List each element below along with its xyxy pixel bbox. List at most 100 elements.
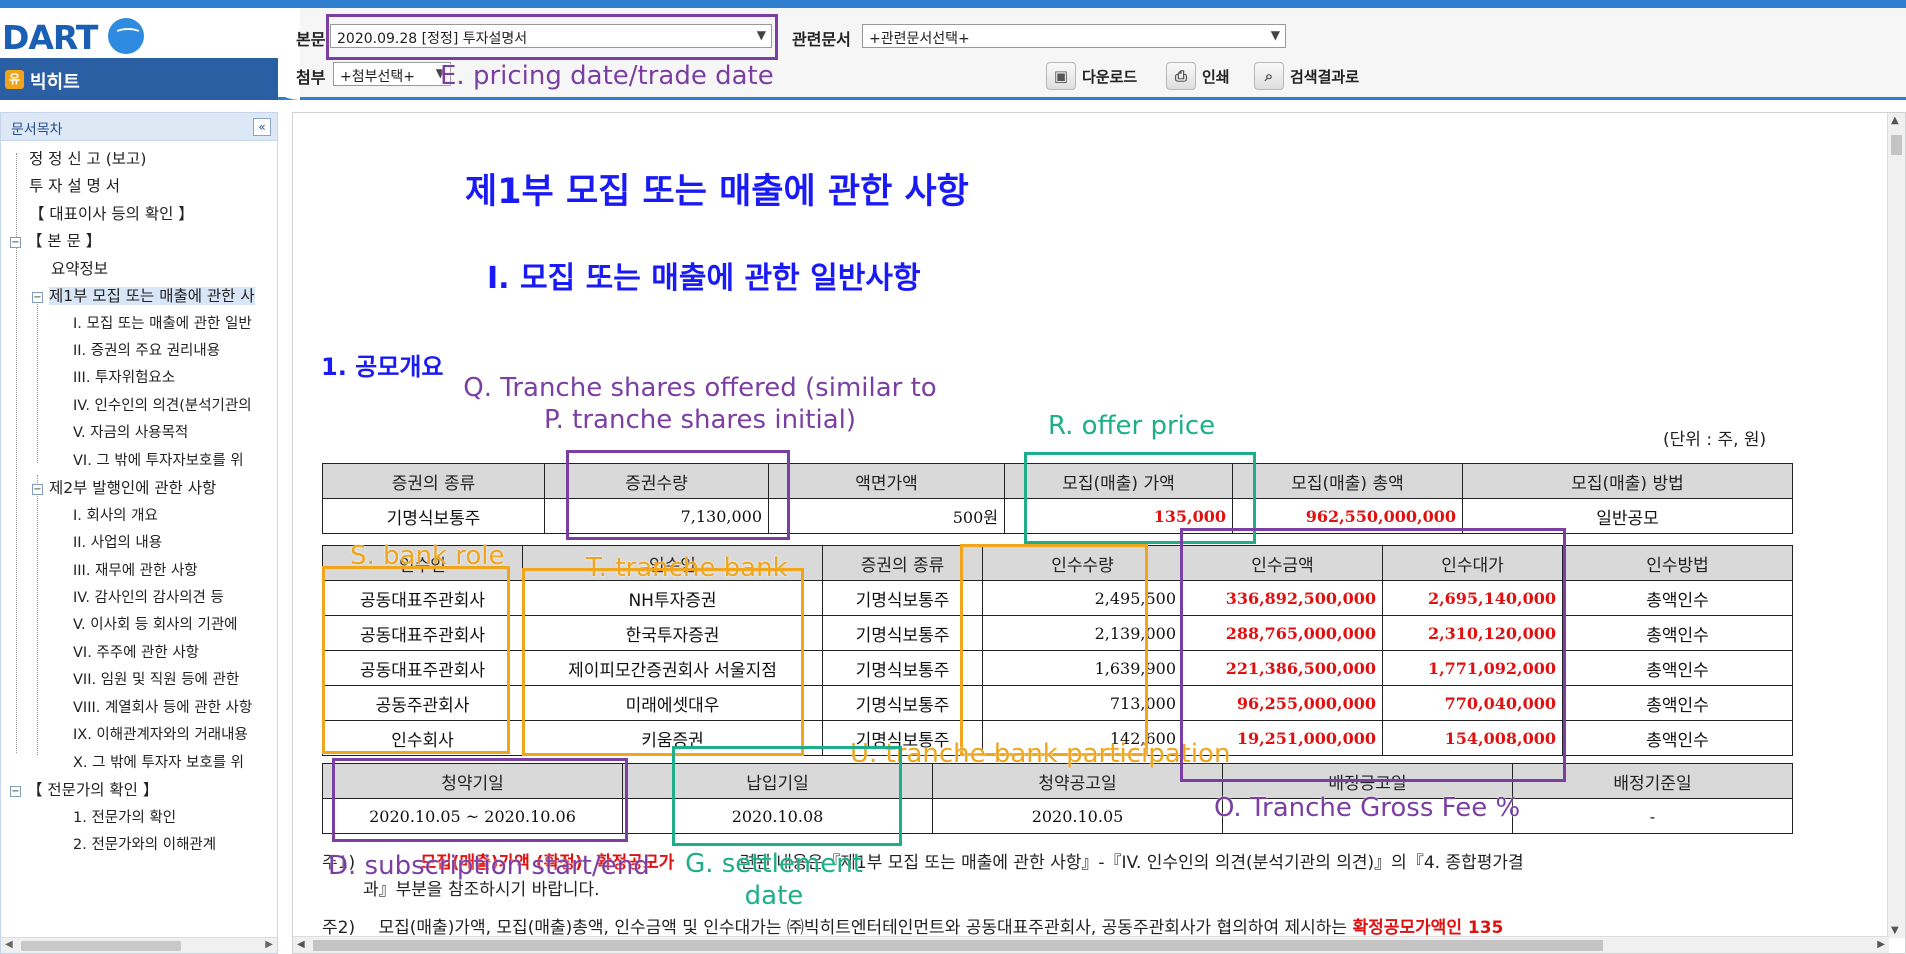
document-viewer: 제1부 모집 또는 매출에 관한 사항 I. 모집 또는 매출에 관한 일반사항… [292,112,1906,954]
toc-item-label: 투 자 설 명 서 [29,177,121,195]
toc-item[interactable]: 정 정 신 고 (보고) [29,147,146,173]
collapse-node-icon[interactable]: − [10,237,21,248]
toc-item[interactable]: 1. 전문가의 확인 [73,806,176,832]
table-cell: 336,892,500,000 [1182,580,1383,616]
table-cell: 713,000 [982,685,1183,721]
related-doc-select[interactable]: +관련문서선택+ ▼ [862,24,1286,48]
toc-folder-part1[interactable]: − 제1부 모집 또는 매출에 관한 사 [32,284,255,310]
table-row: 기명식보통주 7,130,000 500원 135,000 962,550,00… [322,498,1793,534]
toc-item-label: 제1부 모집 또는 매출에 관한 사 [49,287,255,305]
dart-logo[interactable]: DART [2,18,98,57]
toc-item[interactable]: II. 증권의 주요 권리내용 [73,339,220,365]
scroll-right-icon[interactable]: ▶ [1877,939,1885,950]
chevron-down-icon: ▼ [756,28,766,42]
table-cell: 기명식보통주 [822,685,983,721]
document-horizontal-scrollbar[interactable]: ◀ ▶ [293,936,1889,953]
toc-item[interactable]: X. 그 밖에 투자자 보호를 위 [73,751,244,777]
table-cell: 135,000 [1004,498,1233,534]
scroll-thumb[interactable] [313,940,1603,951]
toc-item[interactable]: V. 자금의 사용목적 [73,421,188,447]
document-vertical-scrollbar[interactable]: ▲ ▼ [1887,113,1905,938]
toc-item[interactable]: VII. 임원 및 직원 등에 관한 [73,668,239,694]
column-header: 배정기준일 [1512,763,1793,799]
toc-item-label: VI. 주주에 관한 사항 [73,645,200,661]
toc-item[interactable]: II. 사업의 내용 [73,531,162,557]
table-cell: 2020.10.05 ~ 2020.10.06 [322,798,623,834]
toc-item[interactable]: IV. 인수인의 의견(분석기관의 [73,394,252,420]
scroll-down-icon[interactable]: ▼ [1891,925,1899,936]
toc-folder-expert[interactable]: − 【 전문가의 확인 】 [10,778,158,804]
search-results-button[interactable]: ⌕ 검색결과로 [1254,62,1359,90]
sidebar-horizontal-scrollbar[interactable]: ◀ ▶ [1,937,277,953]
table-cell: 288,765,000,000 [1182,615,1383,651]
toc-item[interactable]: VIII. 계열회사 등에 관한 사항 [73,696,252,722]
table-cell: 기명식보통주 [822,615,983,651]
toc-item[interactable]: 투 자 설 명 서 [29,174,120,200]
dart-logo-sun-icon [108,18,144,54]
table-row: 2020.10.05 ~ 2020.10.06 2020.10.08 2020.… [322,798,1793,834]
scroll-left-icon[interactable]: ◀ [297,939,305,950]
footnote-highlight: 확정공모가액인 135 [1352,918,1504,938]
collapse-sidebar-button[interactable]: « [253,118,271,136]
toc-item[interactable]: IX. 이해관계자와의 거래내용 [73,723,248,749]
toc-folder-main[interactable]: − 【 본 문 】 [10,229,101,255]
toc-item[interactable]: V. 이사회 등 회사의 기관에 [73,613,238,639]
column-header: 모집(매출) 총액 [1232,463,1463,499]
footnote-prefix: 주2) [322,918,356,938]
column-header: 청약기일 [322,763,623,799]
collapse-node-icon[interactable]: − [10,786,21,797]
annotation-label-gross-fee: O. Tranche Gross Fee % [1214,793,1521,823]
toc-item[interactable]: I. 모집 또는 매출에 관한 일반 [73,312,252,338]
toc-item[interactable]: I. 회사의 개요 [73,504,158,530]
toc-item[interactable]: 2. 전문가와의 이해관계 [73,833,216,859]
scroll-left-icon[interactable]: ◀ [5,939,13,950]
toc-folder-part2[interactable]: − 제2부 발행인에 관한 사항 [32,476,216,502]
table-row: 공동주관회사 미래에셋대우 기명식보통주 713,000 96,255,000,… [322,685,1793,721]
table-row: 공동대표주관회사 제이피모간증권회사 서울지점 기명식보통주 1,639,900… [322,650,1793,686]
top-accent-bar [0,0,1906,8]
download-button[interactable]: ▣ 다운로드 [1046,62,1137,90]
toc-item-label: IV. 인수인의 의견(분석기관의 [73,398,252,414]
scroll-thumb[interactable] [1891,135,1902,155]
scroll-right-icon[interactable]: ▶ [265,939,273,950]
toc-item[interactable]: III. 재무에 관한 사항 [73,559,198,585]
toc-item[interactable]: VI. 주주에 관한 사항 [73,641,199,667]
table-cell: 96,255,000,000 [1182,685,1383,721]
magnifier-icon: ⌕ [1254,62,1284,90]
table-cell: NH투자증권 [522,580,823,616]
table-cell: 770,040,000 [1382,685,1563,721]
annotation-line: date [744,881,804,911]
toc-item[interactable]: 【 대표이사 등의 확인 】 [29,202,194,228]
print-button[interactable]: ⎙ 인쇄 [1166,62,1230,90]
table-cell: 500원 [768,498,1005,534]
main-doc-select-value: 2020.09.28 [정정] 투자설명서 [337,31,528,47]
offering-summary-table: 증권의 종류 증권수량 액면가액 모집(매출) 가액 모집(매출) 총액 모집(… [322,463,1793,534]
toc-item-label: 제2부 발행인에 관한 사항 [49,479,217,497]
main-doc-select[interactable]: 2020.09.28 [정정] 투자설명서 ▼ [330,24,772,48]
main-doc-label: 본문 [296,30,326,49]
search-results-label: 검색결과로 [1290,67,1360,86]
toc-item[interactable]: VI. 그 밖에 투자자보호를 위 [73,449,244,475]
table-cell: 2020.10.08 [622,798,933,834]
company-name: 빅히트 [30,72,80,93]
tree-guide-line [37,475,38,755]
table-cell: 2,310,120,000 [1382,615,1563,651]
toc-item-label: 【 본 문 】 [27,232,102,250]
annotation-line: G. settlement [685,849,863,879]
table-cell: 일반공모 [1462,498,1793,534]
scroll-thumb[interactable] [21,941,181,951]
annotation-label-pricing-date: E. pricing date/trade date [440,61,774,91]
print-label: 인쇄 [1202,67,1230,86]
related-doc-select-value: +관련문서선택+ [869,31,970,47]
toc-item[interactable]: 요약정보 [51,257,108,283]
collapse-node-icon[interactable]: − [32,484,43,495]
toc-item-label: IV. 감사인의 감사의견 등 [73,590,224,606]
attachment-select[interactable]: +첨부선택+ ▼ [333,62,451,86]
toc-item-label: VII. 임원 및 직원 등에 관한 [73,672,240,688]
toc-item-label: 【 대표이사 등의 확인 】 [29,205,194,223]
scroll-up-icon[interactable]: ▲ [1891,115,1899,126]
collapse-node-icon[interactable]: − [32,292,43,303]
toc-item[interactable]: III. 투자위험요소 [73,366,175,392]
toc-item[interactable]: IV. 감사인의 감사의견 등 [73,586,224,612]
printer-icon: ⎙ [1166,62,1196,90]
